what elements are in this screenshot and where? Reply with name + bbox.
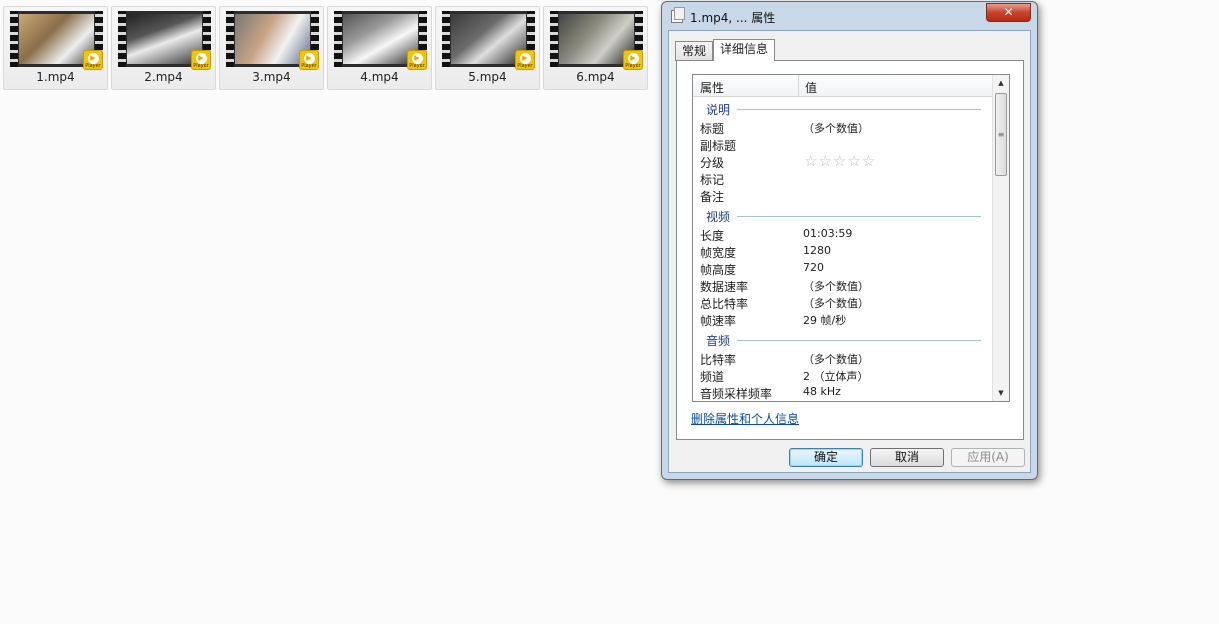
details-tab-page: 属性 值 说明 标题 （多个数值） 副标题 分级 ☆☆☆☆☆ 标记 备注 视频: [676, 60, 1024, 440]
cancel-button[interactable]: 取消: [870, 448, 944, 467]
close-button[interactable]: ✕: [986, 3, 1031, 22]
section-label: 说明: [706, 103, 731, 117]
film-strip-icon: [550, 11, 558, 67]
property-row[interactable]: 备注: [693, 187, 993, 204]
property-key: 备注: [700, 190, 725, 204]
section-label: 视频: [706, 210, 731, 224]
scroll-up-icon[interactable]: ▲: [993, 75, 1009, 91]
file-item[interactable]: ▶ Player 5.mp4: [435, 6, 540, 90]
property-key: 副标题: [700, 139, 737, 153]
property-list[interactable]: 属性 值 说明 标题 （多个数值） 副标题 分级 ☆☆☆☆☆ 标记 备注 视频: [692, 74, 1010, 402]
property-key: 长度: [700, 229, 725, 243]
section-header: 说明: [693, 97, 993, 119]
file-name: 5.mp4: [468, 70, 507, 84]
property-row[interactable]: 长度 01:03:59: [693, 226, 993, 243]
film-strip-icon: [118, 11, 126, 67]
file-name: 2.mp4: [144, 70, 183, 84]
property-key: 音频采样频率: [700, 387, 773, 401]
property-key: 频道: [700, 370, 725, 384]
file-item[interactable]: ▶ Player 3.mp4: [219, 6, 324, 90]
property-key: 标题: [700, 122, 725, 136]
property-rows: 说明 标题 （多个数值） 副标题 分级 ☆☆☆☆☆ 标记 备注 视频 长度 01:03…: [693, 97, 993, 401]
player-badge-icon: ▶ Player: [623, 50, 643, 70]
player-badge-icon: ▶ Player: [299, 50, 319, 70]
property-row[interactable]: 帧高度 720: [693, 260, 993, 277]
ok-button[interactable]: 确定: [789, 448, 863, 467]
column-property[interactable]: 属性: [700, 79, 724, 96]
property-key: 比特率: [700, 353, 737, 367]
column-header: 属性 值: [693, 75, 993, 97]
file-item[interactable]: ▶ Player 1.mp4: [3, 6, 108, 90]
file-name: 4.mp4: [360, 70, 399, 84]
properties-icon: [671, 7, 685, 23]
property-value: （多个数值）: [803, 353, 869, 366]
section-label: 音频: [706, 334, 731, 348]
section-header: 视频: [693, 204, 993, 226]
property-row[interactable]: 比特率 （多个数值）: [693, 350, 993, 367]
property-value: （多个数值）: [803, 280, 869, 293]
file-item[interactable]: ▶ Player 4.mp4: [327, 6, 432, 90]
file-list: ▶ Player 1.mp4 ▶ Player 2.mp4 ▶ Player 3.mp…: [3, 6, 651, 90]
property-key: 帧宽度: [700, 246, 737, 260]
apply-button[interactable]: 应用(A): [951, 448, 1025, 467]
section-divider: [737, 216, 981, 217]
file-item[interactable]: ▶ Player 2.mp4: [111, 6, 216, 90]
film-strip-icon: [334, 11, 342, 67]
player-badge-icon: ▶ Player: [83, 50, 103, 70]
property-row[interactable]: 音频采样频率 48 kHz: [693, 384, 993, 401]
file-name: 6.mp4: [576, 70, 615, 84]
file-name: 3.mp4: [252, 70, 291, 84]
property-key: 帧高度: [700, 263, 737, 277]
property-row[interactable]: 总比特率 （多个数值）: [693, 294, 993, 311]
column-value[interactable]: 值: [805, 79, 817, 96]
dialog-title: 1.mp4, ... 属性: [690, 11, 776, 25]
player-badge-icon: ▶ Player: [191, 50, 211, 70]
vertical-scrollbar[interactable]: ▲ ≡ ▼: [992, 75, 1009, 401]
property-row[interactable]: 频道 2 （立体声）: [693, 367, 993, 384]
properties-dialog: 1.mp4, ... 属性 ✕ 常规 详细信息 属性 值 说明 标题 （多个数值）: [661, 1, 1038, 480]
tab-details[interactable]: 详细信息: [713, 39, 776, 61]
section-header: 音频: [693, 328, 993, 350]
column-divider[interactable]: [798, 75, 799, 97]
title-bar[interactable]: 1.mp4, ... 属性 ✕: [662, 2, 1037, 30]
property-row[interactable]: 标记: [693, 170, 993, 187]
property-value: 720: [803, 261, 824, 274]
film-strip-icon: [10, 11, 18, 67]
scroll-thumb[interactable]: ≡: [995, 93, 1007, 176]
film-strip-icon: [442, 11, 450, 67]
rating-stars-icon[interactable]: ☆☆☆☆☆: [804, 152, 876, 170]
tab-general[interactable]: 常规: [675, 41, 714, 61]
property-key: 帧速率: [700, 314, 737, 328]
tab-strip: 常规 详细信息: [675, 39, 776, 61]
property-row[interactable]: 副标题: [693, 136, 993, 153]
film-strip-icon: [226, 11, 234, 67]
property-value: （多个数值）: [803, 297, 869, 310]
player-badge-icon: ▶ Player: [515, 50, 535, 70]
section-divider: [737, 109, 981, 110]
remove-properties-link[interactable]: 删除属性和个人信息: [691, 410, 799, 427]
player-badge-icon: ▶ Player: [407, 50, 427, 70]
file-name: 1.mp4: [36, 70, 75, 84]
property-row[interactable]: 数据速率 （多个数值）: [693, 277, 993, 294]
property-row[interactable]: 标题 （多个数值）: [693, 119, 993, 136]
property-row[interactable]: 分级 ☆☆☆☆☆: [693, 152, 993, 170]
property-key: 数据速率: [700, 280, 749, 294]
property-value[interactable]: （多个数值）: [803, 120, 869, 136]
property-value: 1280: [803, 244, 831, 257]
property-row[interactable]: 帧宽度 1280: [693, 243, 993, 260]
file-item[interactable]: ▶ Player 6.mp4: [543, 6, 648, 90]
property-value: 48 kHz: [803, 385, 841, 398]
property-value: 01:03:59: [803, 227, 853, 240]
dialog-client: 常规 详细信息 属性 值 说明 标题 （多个数值） 副标题 分级 ☆☆☆☆☆ 标…: [668, 30, 1031, 473]
property-row[interactable]: 帧速率 29 帧/秒: [693, 311, 993, 328]
property-key: 标记: [700, 173, 725, 187]
property-value: 2 （立体声）: [803, 370, 869, 383]
section-divider: [737, 340, 981, 341]
property-key: 总比特率: [700, 297, 749, 311]
scroll-down-icon[interactable]: ▼: [993, 385, 1009, 401]
property-value: 29 帧/秒: [803, 314, 847, 327]
property-key: 分级: [700, 156, 725, 170]
